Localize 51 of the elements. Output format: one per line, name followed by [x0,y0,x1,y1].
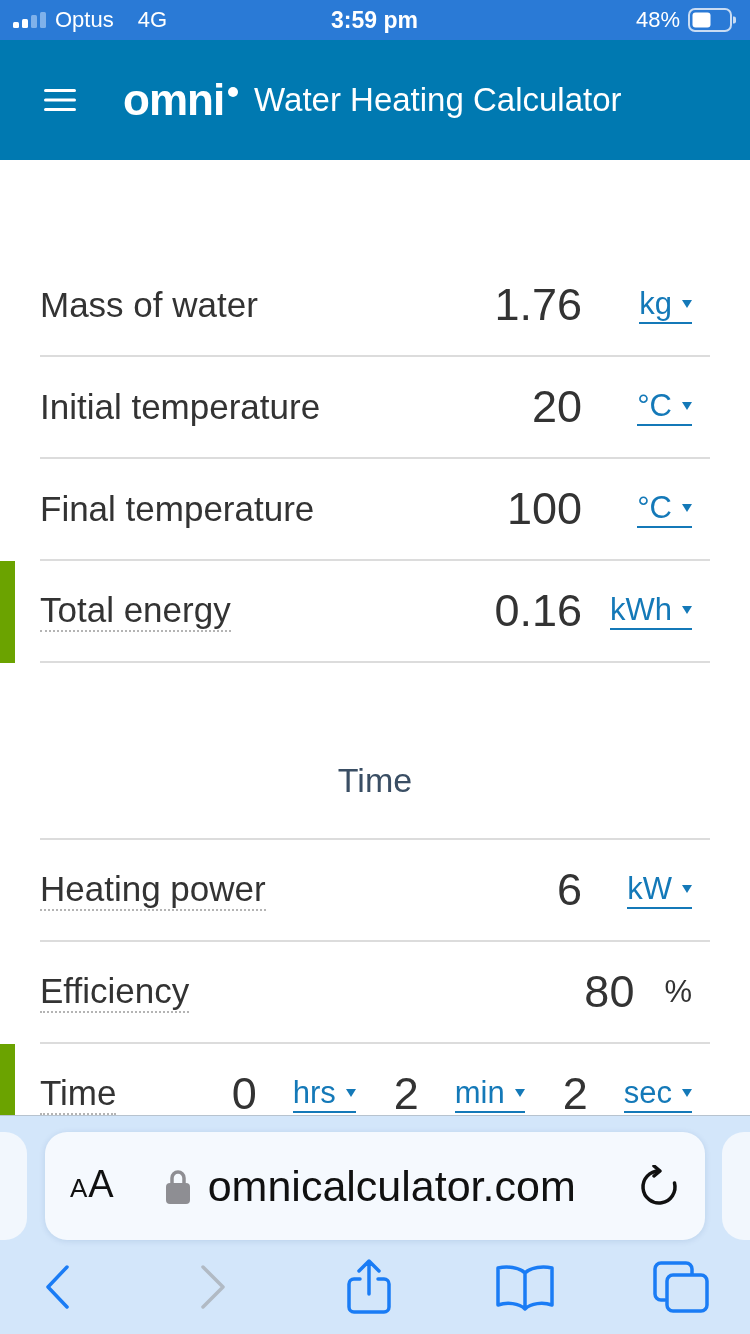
page-title: Water Heating Calculator [254,80,622,120]
address-bar[interactable]: AA omnicalculator.com [45,1132,705,1240]
number-input[interactable]: 100 [506,484,582,534]
url-text: omnicalculator.com [207,1161,576,1211]
number-input[interactable]: 1.76 [494,280,582,330]
section-heading: Time [337,761,413,799]
caret-icon [345,1088,356,1097]
field-label: Final temperature [40,489,315,529]
carrier-name: Optus [55,7,114,33]
caret-icon [514,1088,525,1097]
lock-icon [164,1168,191,1204]
field-label: Initial temperature [40,387,321,427]
battery-icon [688,8,736,32]
unit-dropdown[interactable]: °C [637,388,692,426]
field-label: Heating power [40,869,266,911]
unit-label: % [664,975,692,1009]
number-input[interactable]: 2 [562,1069,588,1115]
unit-dropdown[interactable]: kW [627,871,692,909]
number-input[interactable]: 6 [556,865,582,915]
text-size-button[interactable]: AA [70,1162,115,1210]
number-input[interactable]: 0.16 [494,586,582,636]
number-input[interactable]: 20 [531,382,582,432]
status-time: 3:59 pm [331,7,418,33]
battery-percent: 48% [635,7,680,33]
number-input[interactable]: 80 [584,967,635,1017]
signal-icon [13,12,46,28]
reload-icon[interactable] [638,1165,680,1207]
chevron-left-icon[interactable] [44,1264,70,1310]
caret-icon [682,299,692,308]
open-book-icon[interactable] [495,1263,555,1311]
two-squares-icon[interactable] [652,1260,710,1314]
caret-icon [682,884,692,893]
network-type: 4G [137,7,168,33]
share-icon[interactable] [345,1258,393,1316]
unit-dropdown[interactable]: kWh [610,592,692,630]
unit-dropdown[interactable]: sec [623,1075,692,1113]
unit-dropdown[interactable]: hrs [292,1075,356,1113]
unit-dropdown[interactable]: min [454,1075,525,1113]
caret-icon [682,503,692,512]
field-label: Efficiency [40,971,190,1013]
site-logo[interactable]: omni [123,78,240,122]
unit-dropdown[interactable]: °C [637,490,692,528]
unit-dropdown[interactable]: kg [639,286,692,324]
caret-icon [682,401,692,410]
number-input[interactable]: 2 [393,1069,419,1115]
field-label: Total energy [40,590,231,632]
caret-icon [682,605,692,614]
number-input[interactable]: 0 [231,1069,257,1115]
caret-icon [682,1088,692,1097]
field-label: Mass of water [40,285,258,325]
menu-icon[interactable] [44,89,76,111]
